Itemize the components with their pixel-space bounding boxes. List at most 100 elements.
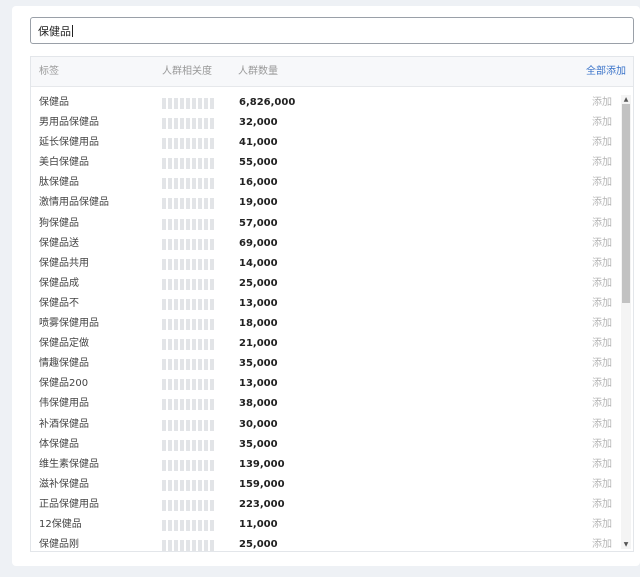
relevance-bar xyxy=(162,359,215,371)
relevance-bar xyxy=(162,178,215,190)
relevance-bar xyxy=(162,319,215,331)
relevance-bar xyxy=(162,258,215,270)
audience-count: 32,000 xyxy=(239,117,278,129)
tag-name: 保健品 xyxy=(39,97,69,108)
tag-name: 保健品送 xyxy=(39,237,79,249)
add-button[interactable]: 添加 xyxy=(592,234,612,254)
table-row: 激情用品保健品 19,000 添加 xyxy=(31,193,619,213)
relevance-bar xyxy=(162,519,215,531)
scroll-up-arrow-icon[interactable]: ▲ xyxy=(621,95,631,104)
add-button[interactable]: 添加 xyxy=(592,314,612,334)
add-button[interactable]: 添加 xyxy=(592,294,612,314)
tag-name: 补酒保健品 xyxy=(39,418,89,430)
add-button[interactable]: 添加 xyxy=(592,274,612,294)
add-button[interactable]: 添加 xyxy=(592,254,612,274)
add-button[interactable]: 添加 xyxy=(592,193,612,213)
add-all-button[interactable]: 全部添加 xyxy=(586,57,626,87)
table-row: 正品保健用品 223,000 添加 xyxy=(31,495,619,515)
add-button[interactable]: 添加 xyxy=(592,173,612,193)
relevance-bar xyxy=(162,540,215,551)
relevance-bar xyxy=(162,439,215,451)
add-button[interactable]: 添加 xyxy=(592,374,612,394)
audience-count: 30,000 xyxy=(239,418,278,430)
column-header-count: 人群数量 xyxy=(238,66,278,77)
table-row: 保健品不 13,000 添加 xyxy=(31,294,619,314)
add-button[interactable]: 添加 xyxy=(592,435,612,455)
add-button[interactable]: 添加 xyxy=(592,455,612,475)
add-button[interactable]: 添加 xyxy=(592,394,612,414)
text-cursor xyxy=(72,24,73,37)
relevance-bar xyxy=(162,218,215,230)
tag-name: 正品保健用品 xyxy=(39,498,99,510)
audience-count: 19,000 xyxy=(239,197,278,209)
audience-count: 13,000 xyxy=(239,378,278,390)
table-row: 维生素保健品 139,000 添加 xyxy=(31,455,619,475)
tag-name: 伟保健用品 xyxy=(39,398,89,410)
relevance-bar xyxy=(162,399,215,411)
add-button[interactable]: 添加 xyxy=(592,334,612,354)
table-row: 体保健品 35,000 添加 xyxy=(31,435,619,455)
tag-name: 激情用品保健品 xyxy=(39,197,109,209)
column-header-tag: 标签 xyxy=(39,66,59,77)
audience-count: 55,000 xyxy=(239,157,278,169)
tag-name: 情趣保健品 xyxy=(39,358,89,370)
table-row: 保健品200 13,000 添加 xyxy=(31,374,619,394)
audience-count: 35,000 xyxy=(239,358,278,370)
add-button[interactable]: 添加 xyxy=(592,214,612,234)
tag-name: 延长保健用品 xyxy=(39,137,99,149)
tag-name: 维生素保健品 xyxy=(39,458,99,470)
tag-name: 保健品定做 xyxy=(39,338,89,350)
relevance-bar xyxy=(162,238,215,250)
table-row: 美白保健品 55,000 添加 xyxy=(31,153,619,173)
tag-name: 保健品共用 xyxy=(39,257,89,269)
audience-count: 57,000 xyxy=(239,217,278,229)
add-button[interactable]: 添加 xyxy=(592,415,612,435)
add-button[interactable]: 添加 xyxy=(592,475,612,495)
add-button[interactable]: 添加 xyxy=(592,93,612,113)
audience-count: 6,826,000 xyxy=(239,97,296,108)
audience-count: 35,000 xyxy=(239,438,278,450)
scroll-down-arrow-icon[interactable]: ▼ xyxy=(621,540,631,549)
table-row: 保健品 6,826,000 添加 xyxy=(31,93,619,113)
tag-name: 喷雾保健用品 xyxy=(39,318,99,330)
add-button[interactable]: 添加 xyxy=(592,354,612,374)
column-header-relevance: 人群相关度 xyxy=(162,66,212,77)
relevance-bar xyxy=(162,459,215,471)
tag-name: 保健品200 xyxy=(39,378,89,390)
audience-count: 21,000 xyxy=(239,338,278,350)
audience-count: 38,000 xyxy=(239,398,278,410)
table-row: 情趣保健品 35,000 添加 xyxy=(31,354,619,374)
audience-count: 41,000 xyxy=(239,137,278,149)
audience-count: 139,000 xyxy=(239,458,285,470)
table-row: 保健品送 69,000 添加 xyxy=(31,234,619,254)
relevance-bar xyxy=(162,118,215,130)
tag-name: 12保健品 xyxy=(39,518,82,530)
add-button[interactable]: 添加 xyxy=(592,495,612,515)
relevance-bar xyxy=(162,419,215,431)
add-button[interactable]: 添加 xyxy=(592,113,612,133)
table-row: 喷雾保健用品 18,000 添加 xyxy=(31,314,619,334)
audience-count: 11,000 xyxy=(239,518,278,530)
add-button[interactable]: 添加 xyxy=(592,153,612,173)
relevance-bar xyxy=(162,379,215,391)
add-button[interactable]: 添加 xyxy=(592,133,612,153)
tag-name: 男用品保健品 xyxy=(39,117,99,129)
audience-count: 69,000 xyxy=(239,237,278,249)
add-button[interactable]: 添加 xyxy=(592,515,612,535)
scrollbar[interactable]: ▲ ▼ xyxy=(621,95,631,549)
add-button[interactable]: 添加 xyxy=(592,535,612,551)
search-input[interactable]: 保健品 xyxy=(30,17,634,44)
tag-results-table: 标签 人群相关度 人群数量 全部添加 保健品 6,826,000 添加 男用品保健品 3… xyxy=(30,56,634,552)
audience-count: 13,000 xyxy=(239,297,278,309)
relevance-bar xyxy=(162,98,215,109)
tag-name: 体保健品 xyxy=(39,438,79,450)
tag-name: 保健品成 xyxy=(39,277,79,289)
table-row: 12保健品 11,000 添加 xyxy=(31,515,619,535)
audience-count: 16,000 xyxy=(239,177,278,189)
table-row: 延长保健用品 41,000 添加 xyxy=(31,133,619,153)
audience-count: 25,000 xyxy=(239,539,278,551)
table-row: 补酒保健品 30,000 添加 xyxy=(31,415,619,435)
table-row: 保健品刚 25,000 添加 xyxy=(31,535,619,551)
table-row: 滋补保健品 159,000 添加 xyxy=(31,475,619,495)
scrollbar-thumb[interactable] xyxy=(622,104,630,303)
